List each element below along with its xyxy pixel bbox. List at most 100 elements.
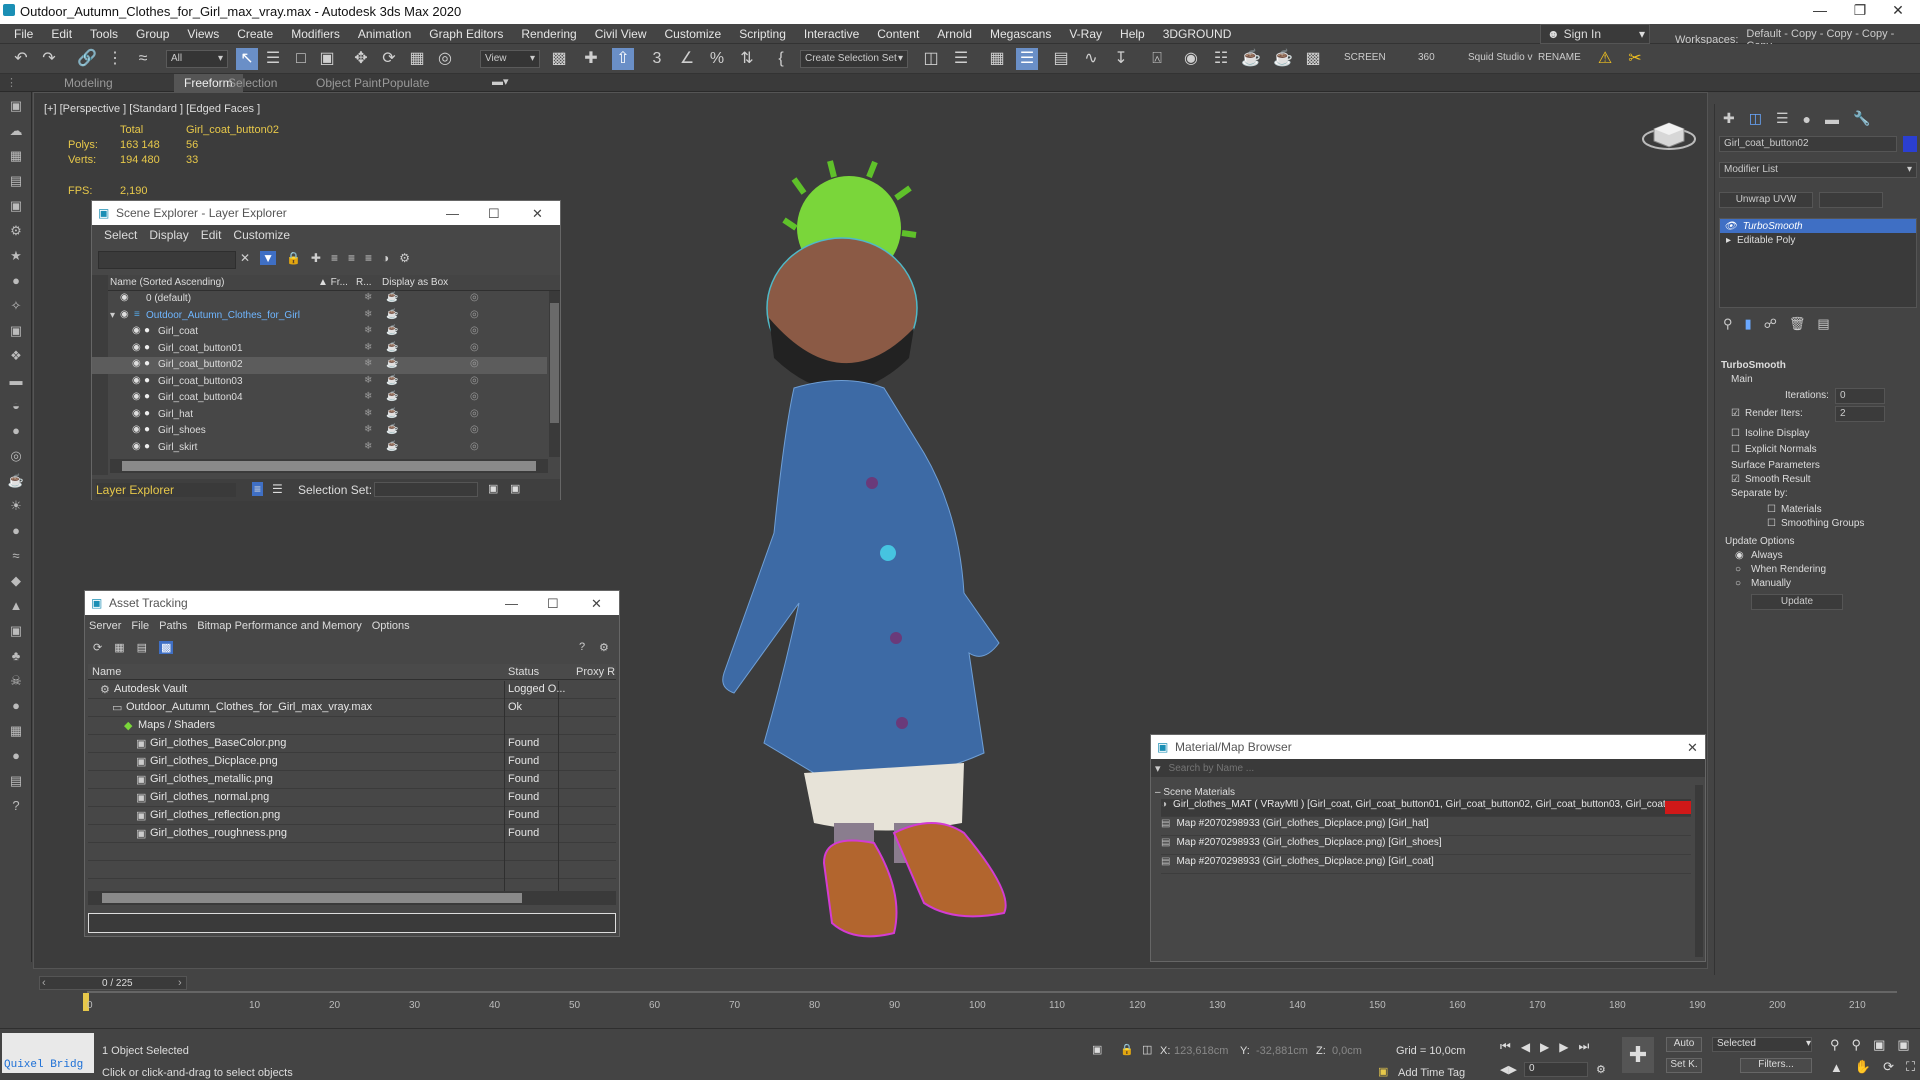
render-icon[interactable]: ☕ — [386, 325, 398, 336]
torus-icon[interactable]: ◎ — [7, 448, 25, 464]
percent-snap-icon[interactable]: % — [706, 48, 728, 70]
systems-icon[interactable]: ⚙ — [7, 223, 25, 239]
eye-icon[interactable]: ◉ — [120, 292, 129, 303]
iterations-spinner[interactable]: 0 — [1835, 388, 1885, 404]
window-crossing-icon[interactable]: ▣ — [316, 48, 338, 70]
isoline-checkbox[interactable]: ☐ — [1731, 428, 1740, 439]
show-end-result-icon[interactable]: ▮ — [1745, 316, 1752, 332]
maximize-icon[interactable]: ☐ — [488, 206, 500, 222]
key-filters-button[interactable]: Filters... — [1740, 1058, 1812, 1073]
eye-icon[interactable]: ◉ — [132, 391, 141, 402]
angle-snap-icon[interactable]: ∠ — [676, 48, 698, 70]
map-row[interactable]: ▤ Map #2070298933 (Girl_clothes_Dicplace.… — [1161, 818, 1691, 836]
eye-icon[interactable]: ◉ — [132, 325, 141, 336]
render-iterative-icon[interactable]: ▩ — [1302, 48, 1324, 70]
value-360[interactable]: 360 — [1418, 52, 1435, 63]
key-mode-icon[interactable]: ◀▶ — [1500, 1063, 1517, 1076]
menu-views[interactable]: Views — [181, 27, 231, 41]
mesh-icon[interactable]: ▣ — [7, 623, 25, 639]
layer-explorer-icon[interactable]: ☰ — [1016, 48, 1038, 70]
undo-icon[interactable]: ↶ — [10, 48, 32, 70]
render-iters-checkbox[interactable]: ☑ — [1731, 408, 1740, 419]
modifier-list-dropdown[interactable]: Modifier List ▾ — [1719, 162, 1917, 178]
snap-icon[interactable]: ● — [7, 748, 25, 764]
asset-tracking-titlebar[interactable]: ▣ Asset Tracking — ☐ ✕ — [85, 591, 619, 615]
asset-row[interactable] — [88, 861, 616, 879]
unwrap-uvw-button[interactable]: Unwrap UVW — [1719, 192, 1813, 208]
auto-key-button[interactable]: Auto — [1666, 1037, 1702, 1052]
display-as-box-icon[interactable]: ◎ — [470, 309, 479, 320]
redo-icon[interactable]: ↷ — [38, 48, 60, 70]
pin-stack-icon[interactable]: ⚲ — [1723, 316, 1733, 332]
viewport-label[interactable]: [+] [Perspective ] [Standard ] [Edged Fa… — [44, 103, 260, 115]
eye-icon[interactable]: ◉ — [132, 408, 141, 419]
eye-icon[interactable]: ◉ — [132, 375, 141, 386]
settings-icon[interactable]: ⚙ — [399, 251, 410, 265]
grid-icon[interactable]: ▦ — [7, 723, 25, 739]
smoothing-groups-checkbox[interactable]: ☐ — [1767, 518, 1776, 529]
lock-icon[interactable]: 🔒 — [286, 251, 301, 265]
plant-icon[interactable]: ♣ — [7, 648, 25, 664]
hair-icon[interactable]: ≈ — [7, 548, 25, 564]
scene-explorer-menu-select[interactable]: Select — [104, 228, 137, 242]
placement-icon[interactable]: ◎ — [434, 48, 456, 70]
create-tab-icon[interactable]: ✚ — [1723, 110, 1735, 127]
stack-item-editable-poly[interactable]: ▸ Editable Poly — [1720, 233, 1916, 247]
select-by-name-icon[interactable]: ☰ — [262, 48, 284, 70]
squid-studio-button[interactable]: Squid Studio v — [1468, 52, 1533, 63]
freeze-icon[interactable]: ❄ — [364, 408, 372, 419]
freeze-icon[interactable]: ❄ — [364, 342, 372, 353]
scissors-icon[interactable]: ✂ — [1624, 48, 1646, 70]
time-slider[interactable]: ‹ 0 / 225 › — [39, 976, 187, 990]
render-icon[interactable]: ☕ — [386, 408, 398, 419]
update-button[interactable]: Update — [1751, 594, 1843, 610]
column-proxy[interactable]: Proxy R — [576, 666, 615, 678]
asset-row[interactable] — [88, 843, 616, 861]
scene-materials-group[interactable]: – Scene Materials — [1155, 787, 1235, 798]
always-radio[interactable]: ◉ — [1735, 550, 1744, 561]
menu-arnold[interactable]: Arnold — [931, 27, 984, 41]
link-icon[interactable]: 🔗 — [76, 48, 98, 70]
absolute-mode-icon[interactable]: ◫ — [1142, 1043, 1152, 1056]
display-as-box-icon[interactable]: ◎ — [470, 342, 479, 353]
orbit-icon[interactable]: ⟳ — [1883, 1059, 1894, 1075]
lights-icon[interactable]: ☁ — [7, 123, 25, 139]
empty-modifier-button[interactable] — [1819, 192, 1883, 208]
time-tag-icon[interactable]: ▣ — [1378, 1065, 1388, 1078]
schematic-view-icon[interactable]: ⍓ — [1146, 48, 1168, 70]
object-color-swatch[interactable] — [1903, 136, 1917, 152]
help-icon[interactable]: ? — [579, 641, 585, 653]
freeze-icon[interactable]: ❄ — [364, 358, 372, 369]
asset-menu-file[interactable]: File — [131, 620, 149, 632]
key-filter-dropdown[interactable]: Selected ▾ — [1712, 1037, 1812, 1052]
render-icon[interactable]: ☕ — [386, 292, 398, 303]
asset-menu-options[interactable]: Options — [372, 620, 410, 632]
sun-icon[interactable]: ☀ — [7, 498, 25, 514]
edit-named-selection-icon[interactable]: { — [770, 48, 792, 70]
zoom-extents-icon[interactable]: ▣ — [1873, 1037, 1885, 1053]
asset-menu-bitmap-performance-and-memory[interactable]: Bitmap Performance and Memory — [197, 620, 361, 632]
layer-row[interactable]: ◉ 0 (default) ❄ ☕ ◎ — [92, 291, 547, 308]
settings-icon[interactable]: ▤ — [7, 773, 25, 789]
unlink-icon[interactable]: ⋮ — [104, 48, 126, 70]
isolate-icon[interactable]: ▣ — [1092, 1043, 1102, 1056]
create-icon[interactable]: ▣ — [7, 98, 25, 114]
display-as-box-icon[interactable]: ◎ — [470, 391, 479, 402]
map-row[interactable]: ▤ Map #2070298933 (Girl_clothes_Dicplace.… — [1161, 837, 1691, 855]
shapes-icon[interactable]: ★ — [7, 248, 25, 264]
help-icon[interactable]: ? — [7, 798, 25, 814]
menu-content[interactable]: Content — [871, 27, 931, 41]
new-layer-icon[interactable]: ✚ — [311, 251, 321, 265]
manually-radio[interactable]: ○ — [1735, 578, 1741, 589]
close-icon[interactable]: ✕ — [1687, 740, 1698, 756]
filter-icon[interactable]: ▼ — [260, 251, 276, 265]
configure-modifier-sets-icon[interactable]: ▤ — [1817, 316, 1829, 332]
globe-icon[interactable]: ● — [7, 698, 25, 714]
menu-tools[interactable]: Tools — [84, 27, 130, 41]
layer-row[interactable]: ◉ ● Girl_coat_button02 ❄ ☕ ◎ — [92, 357, 547, 374]
minimize-icon[interactable]: — — [446, 206, 459, 221]
zoom-extents-all-icon[interactable]: ▣ — [1897, 1037, 1909, 1053]
eye-icon[interactable]: ◉ — [132, 424, 141, 435]
rotate-icon[interactable]: ⟳ — [378, 48, 400, 70]
move-icon[interactable]: ✥ — [350, 48, 372, 70]
